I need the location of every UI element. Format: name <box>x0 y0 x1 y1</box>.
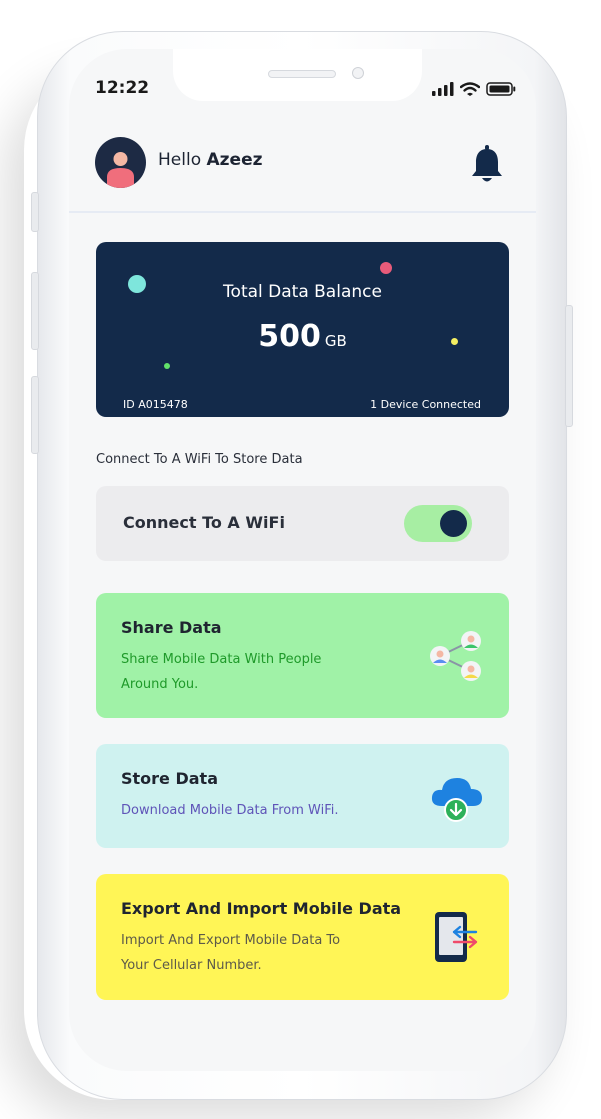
share-data-card[interactable]: Share Data Share Mobile Data With People… <box>96 593 509 718</box>
battery-icon <box>486 82 516 96</box>
signal-icon <box>432 82 454 96</box>
side-button-volume-up <box>31 272 39 350</box>
card-title: Share Data <box>121 618 222 637</box>
decor-dot <box>380 262 392 274</box>
balance-value: 500 <box>258 319 321 354</box>
side-button-mute <box>31 192 39 232</box>
balance-unit: GB <box>324 332 347 350</box>
account-id: ID A015478 <box>123 398 188 411</box>
wifi-toggle[interactable] <box>404 505 472 542</box>
decor-dot <box>164 363 170 369</box>
camera <box>352 67 364 79</box>
desc-line: Share Mobile Data With People <box>121 652 322 667</box>
card-description: Share Mobile Data With People Around You… <box>121 647 321 697</box>
status-time: 12:22 <box>95 78 150 98</box>
card-title: Store Data <box>121 769 218 788</box>
phone-transfer-icon <box>435 912 478 962</box>
wifi-row: Connect To A WiFi <box>96 486 509 561</box>
greeting-prefix: Hello <box>158 150 202 170</box>
user-name: Azeez <box>206 150 263 170</box>
balance-title: Total Data Balance <box>223 282 382 302</box>
cloud-download-icon <box>431 778 482 822</box>
card-description: Import And Export Mobile Data To Your Ce… <box>121 928 340 978</box>
desc-line: Download Mobile Data From WiFi. <box>121 803 339 818</box>
store-data-card[interactable]: Store Data Download Mobile Data From WiF… <box>96 744 509 848</box>
bell-icon[interactable] <box>470 144 504 184</box>
devices-connected: 1 Device Connected <box>370 398 481 411</box>
desc-line: Around You. <box>121 677 199 692</box>
card-title: Export And Import Mobile Data <box>121 899 402 918</box>
share-people-icon <box>430 631 481 681</box>
card-description: Download Mobile Data From WiFi. <box>121 798 339 823</box>
speaker <box>268 70 336 78</box>
toggle-knob <box>440 510 467 537</box>
person-icon <box>107 152 134 188</box>
header-divider <box>69 211 536 213</box>
wifi-section-label: Connect To A WiFi To Store Data <box>96 452 303 467</box>
wifi-label: Connect To A WiFi <box>123 513 285 532</box>
balance-card: Total Data Balance 500 GB ID A015478 1 De… <box>96 242 509 417</box>
desc-line: Your Cellular Number. <box>121 958 262 973</box>
avatar[interactable] <box>95 137 146 188</box>
wifi-icon <box>460 82 480 96</box>
greeting: Hello Azeez <box>158 150 263 170</box>
side-button-power <box>565 305 573 427</box>
status-icons <box>432 80 516 98</box>
balance-amount: 500 GB <box>96 319 509 354</box>
export-import-card[interactable]: Export And Import Mobile Data Import And… <box>96 874 509 1000</box>
desc-line: Import And Export Mobile Data To <box>121 933 341 948</box>
side-button-volume-down <box>31 376 39 454</box>
